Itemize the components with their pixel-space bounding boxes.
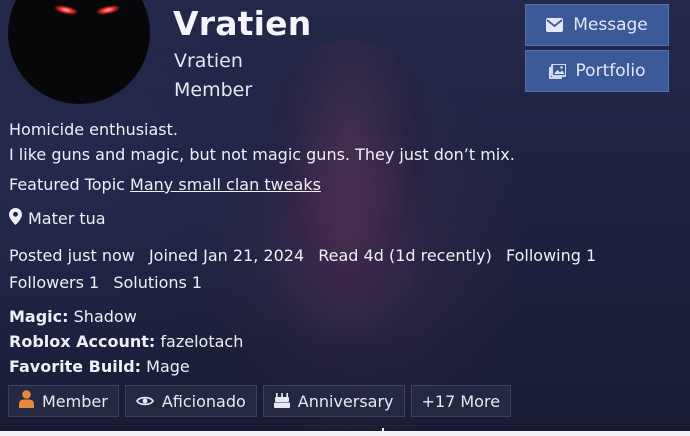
portfolio-label: Portfolio [575, 61, 646, 81]
badge-more[interactable]: +17 More [410, 385, 512, 417]
cake-icon [273, 391, 290, 412]
badge-aficionado[interactable]: Aficionado [124, 385, 257, 417]
badge-label: +17 More [421, 391, 501, 411]
custom-fields: Magic: Shadow Roblox Account: fazelotach… [9, 304, 243, 379]
user-stats: Posted just now Joined Jan 21, 2024 Read… [9, 242, 669, 296]
badge-label: Member [42, 391, 108, 411]
image-icon [548, 63, 566, 79]
field-label: Roblox Account: [9, 332, 156, 351]
field-label: Magic: [9, 307, 69, 326]
avatar-eye-left [53, 3, 79, 17]
stat-posted: Posted just now [9, 246, 135, 265]
bio: Homicide enthusiast. I like guns and mag… [9, 117, 515, 167]
field-favorite-build: Favorite Build: Mage [9, 354, 243, 379]
field-value: Shadow [73, 307, 137, 326]
badge-label: Aficionado [161, 391, 246, 411]
field-roblox-account: Roblox Account: fazelotach [9, 329, 243, 354]
featured-topic-label: Featured Topic [9, 175, 125, 194]
user-title: Member [174, 79, 253, 101]
avatar[interactable] [8, 0, 150, 104]
eye-icon [135, 392, 154, 411]
field-label: Favorite Build: [9, 357, 142, 376]
stat-following[interactable]: Following 1 [506, 246, 596, 265]
username: Vratien [174, 50, 243, 72]
display-name: Vratien [173, 4, 312, 43]
stat-joined: Joined Jan 21, 2024 [148, 246, 305, 265]
location-text: Mater tua [28, 209, 106, 228]
location: Mater tua [9, 208, 106, 229]
map-pin-icon [9, 208, 22, 229]
stat-followers[interactable]: Followers 1 [9, 273, 99, 292]
featured-topic: Featured Topic Many small clan tweaks [9, 175, 321, 194]
field-value: Mage [146, 357, 190, 376]
message-button[interactable]: Message [525, 4, 669, 46]
stat-read: Read 4d (1d recently) [318, 246, 492, 265]
bio-line: Homicide enthusiast. [9, 120, 178, 139]
field-magic: Magic: Shadow [9, 304, 243, 329]
badge-anniversary[interactable]: Anniversary [262, 385, 405, 417]
bottom-divider-tick [382, 428, 384, 436]
featured-topic-link[interactable]: Many small clan tweaks [130, 175, 321, 194]
badge-member[interactable]: Member [8, 385, 119, 417]
bio-line: I like guns and magic, but not magic gun… [9, 145, 515, 164]
field-value: fazelotach [160, 332, 244, 351]
stat-solutions[interactable]: Solutions 1 [113, 273, 202, 292]
bottom-divider [0, 431, 690, 436]
person-icon [19, 390, 34, 412]
envelope-icon [546, 18, 564, 32]
portfolio-button[interactable]: Portfolio [525, 50, 669, 92]
avatar-eye-right [95, 3, 121, 17]
badge-label: Anniversary [297, 391, 394, 411]
badge-list: Member Aficionado Anniversary +17 More [8, 385, 512, 417]
message-label: Message [573, 15, 648, 35]
